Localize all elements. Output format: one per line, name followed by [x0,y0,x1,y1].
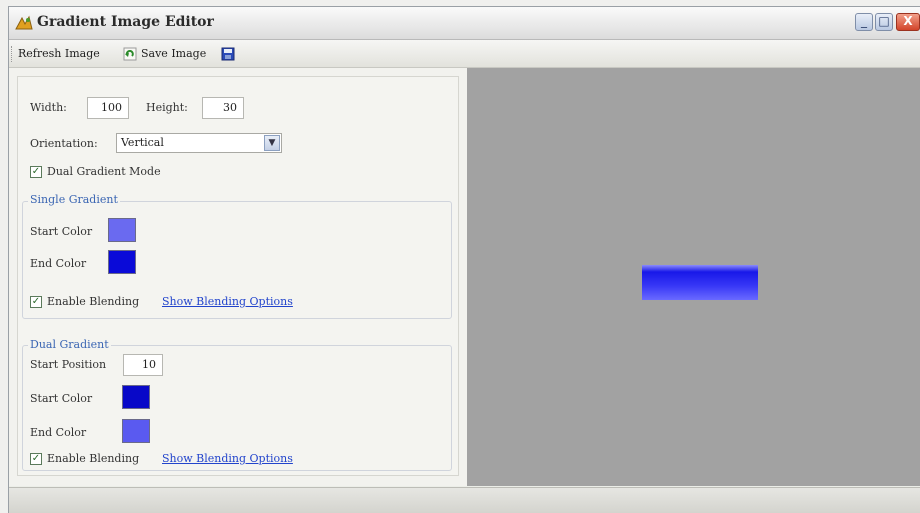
settings-panel: Width: 100 Height: 30 Orientation: Verti… [9,68,469,486]
dual-gradient-title: Dual Gradient [28,338,111,351]
single-show-blending-options-link[interactable]: Show Blending Options [162,295,293,308]
settings-box: Width: 100 Height: 30 Orientation: Verti… [17,76,459,476]
single-enable-blending-label[interactable]: Enable Blending [47,295,139,308]
dual-start-color-swatch[interactable] [122,385,150,409]
close-button[interactable]: X [896,13,920,31]
toolbar: Refresh Image Save Image [9,40,920,68]
dual-start-color-label: Start Color [30,392,93,405]
dual-enable-blending-label[interactable]: Enable Blending [47,452,139,465]
orientation-selected-value: Vertical [121,136,164,149]
orientation-label: Orientation: [30,137,98,150]
window-title: Gradient Image Editor [37,14,214,30]
gradient-app-icon [15,15,33,31]
minimize-button[interactable]: _ [855,13,873,31]
app-window: Gradient Image Editor _ □ X Refresh Imag… [8,6,920,513]
single-start-color-swatch[interactable] [108,218,136,242]
start-position-input[interactable]: 10 [123,354,163,376]
width-label: Width: [30,101,67,114]
single-enable-blending-checkbox[interactable]: ✓ [30,296,42,308]
dual-end-color-label: End Color [30,426,87,439]
width-input[interactable]: 100 [87,97,129,119]
start-position-label: Start Position [30,358,107,371]
refresh-image-button[interactable]: Refresh Image [18,46,100,62]
dual-gradient-mode-label[interactable]: Dual Gradient Mode [47,165,161,178]
toolbar-grip[interactable] [11,46,15,62]
height-label: Height: [146,101,188,114]
height-input[interactable]: 30 [202,97,244,119]
orientation-select[interactable]: Vertical ▼ [116,133,282,153]
dual-enable-blending-checkbox[interactable]: ✓ [30,453,42,465]
dual-end-color-swatch[interactable] [122,419,150,443]
single-start-color-label: Start Color [30,225,93,238]
single-gradient-title: Single Gradient [28,193,120,206]
single-end-color-label: End Color [30,257,87,270]
save-image-button[interactable]: Save Image [141,46,206,62]
maximize-button[interactable]: □ [875,13,893,31]
dual-gradient-mode-checkbox[interactable]: ✓ [30,166,42,178]
chevron-down-icon[interactable]: ▼ [264,135,280,151]
refresh-icon[interactable] [123,47,137,61]
floppy-disk-icon[interactable] [221,47,235,61]
image-preview-area [467,68,920,486]
dual-show-blending-options-link[interactable]: Show Blending Options [162,452,293,465]
gradient-preview-image [642,265,758,300]
title-bar[interactable]: Gradient Image Editor _ □ X [9,7,920,40]
status-bar [9,487,920,513]
single-end-color-swatch[interactable] [108,250,136,274]
